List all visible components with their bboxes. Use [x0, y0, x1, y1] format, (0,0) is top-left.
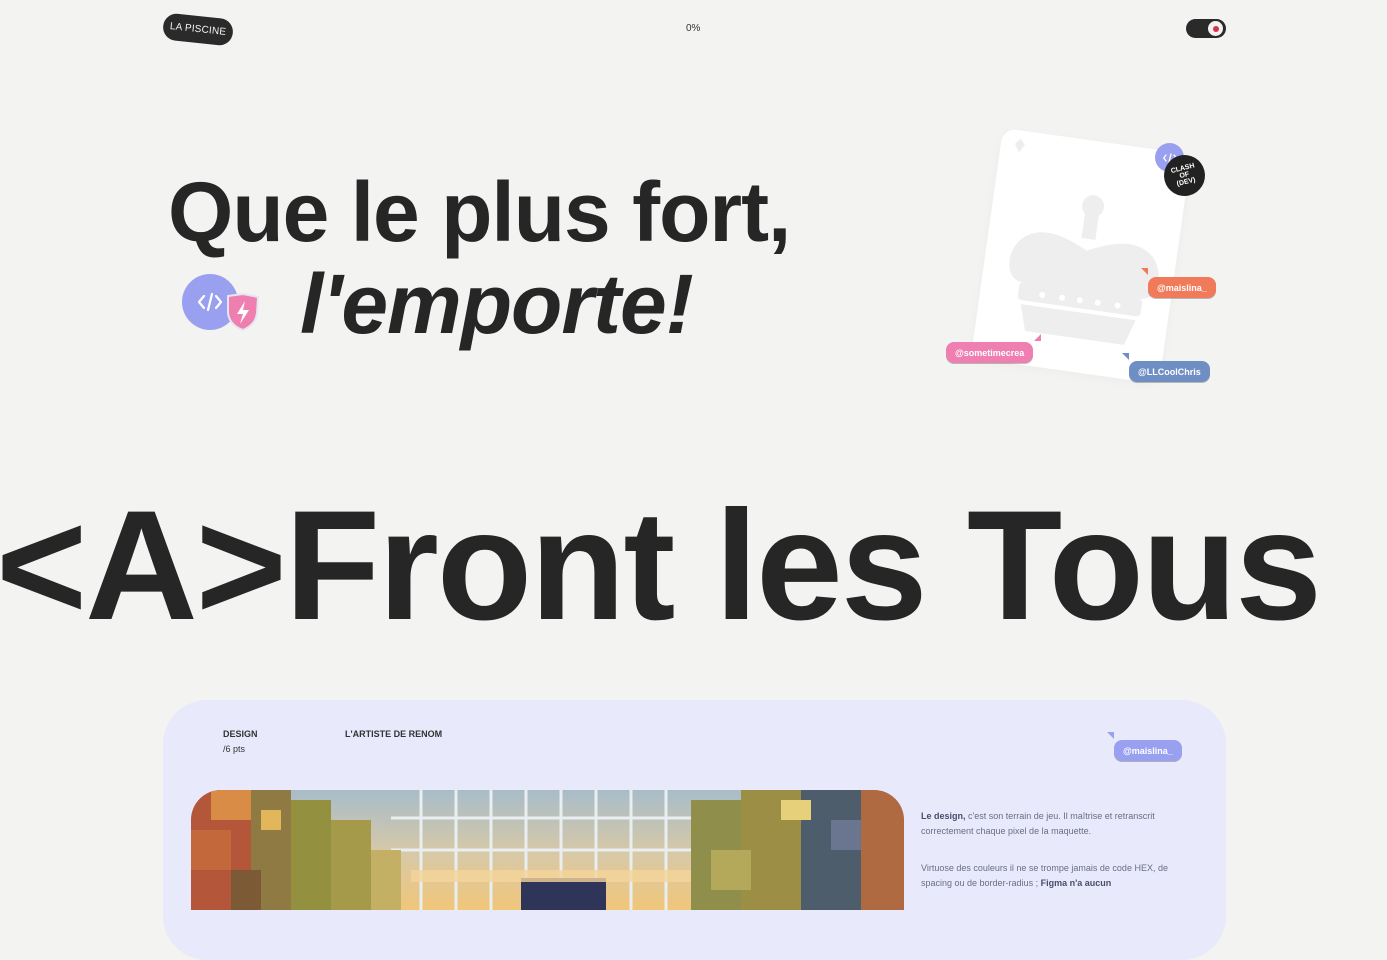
- lightning-shield-icon: [227, 292, 260, 332]
- user-tag-sometimecrea: @sometimecrea: [946, 342, 1034, 363]
- hero-badge: [182, 274, 260, 332]
- cursor-orange-icon: [1141, 268, 1148, 275]
- progress-percentage: 0%: [686, 23, 701, 34]
- marquee-text: <A>Front les Tous: [0, 479, 1322, 653]
- user-tag-llcoolchris: @LLCoolChris: [1129, 361, 1210, 382]
- section-title: L'ARTISTE DE RENOM: [345, 729, 443, 739]
- cursor-purple-icon: [1107, 732, 1114, 739]
- section-description-2: Virtuose des couleurs il ne se trompe ja…: [921, 863, 1168, 888]
- hero-title-line-2: l'emporte!: [300, 257, 694, 351]
- pixel-art-photo: [191, 790, 904, 910]
- toggle-knob-icon: [1208, 21, 1223, 36]
- user-tag-maislina: @maislina_: [1148, 277, 1216, 298]
- section-points: /6 pts: [223, 744, 246, 754]
- section-description-1: Le design, c'est son terrain de jeu. Il …: [921, 811, 1155, 836]
- hero-title-line-1: Que le plus fort,: [168, 165, 791, 259]
- cursor-blue-icon: [1122, 353, 1129, 360]
- theme-toggle[interactable]: [1186, 19, 1226, 38]
- logo-text: LA PISCINE: [169, 21, 227, 38]
- section-category: DESIGN: [223, 729, 258, 739]
- section-user-tag: @maislina_: [1114, 740, 1182, 761]
- cursor-pink-icon: [1034, 334, 1041, 341]
- logo-button[interactable]: LA PISCINE: [161, 12, 235, 47]
